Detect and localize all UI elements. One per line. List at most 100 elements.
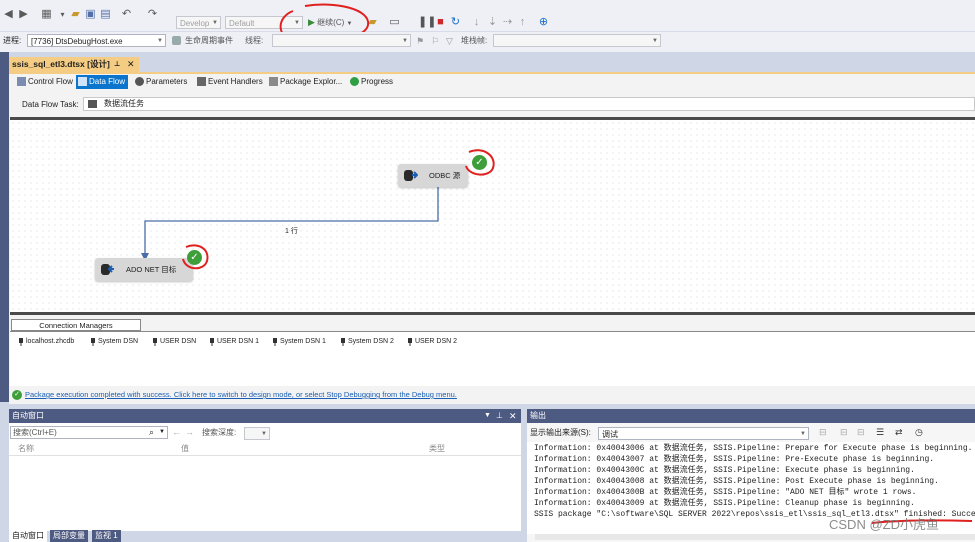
redo-icon[interactable]: ↷	[146, 8, 159, 21]
window-icon[interactable]: ▭	[388, 16, 401, 29]
word-wrap-icon[interactable]: ⇄	[895, 427, 903, 438]
odbc-source-node[interactable]: ODBC 源	[398, 164, 468, 187]
close-icon[interactable]: ✕	[127, 57, 135, 72]
plug-icon	[152, 338, 158, 346]
tab-label: Progress	[361, 77, 394, 86]
dropdown-arrow-icon[interactable]: ▾	[56, 8, 69, 21]
odbc-source-label: ODBC 源	[429, 171, 461, 180]
source-component-icon	[403, 168, 419, 183]
stackframe-combo[interactable]: ▼	[493, 34, 661, 47]
data-path[interactable]	[130, 185, 450, 265]
tab-watch-1[interactable]: 监视 1	[92, 530, 121, 542]
data-flow-task-combo[interactable]: 数据流任务	[83, 97, 975, 111]
left-tool-strip[interactable]	[0, 52, 9, 402]
tab-progress[interactable]: Progress	[348, 75, 393, 89]
connection-item[interactable]: System DSN 2	[340, 337, 394, 347]
package-explorer-icon	[269, 77, 278, 86]
column-header-name[interactable]: 名称	[18, 443, 34, 454]
search-icon[interactable]: ⌕	[149, 427, 154, 438]
execution-status-link[interactable]: Package execution completed with success…	[25, 389, 457, 401]
connection-name: System DSN 1	[280, 338, 326, 345]
connection-item[interactable]: System DSN	[90, 337, 138, 347]
tab-parameters[interactable]: Parameters	[133, 75, 187, 89]
platform-combo-value: Default	[229, 19, 255, 28]
find-icon[interactable]: ⊟	[819, 427, 827, 438]
clock-icon[interactable]: ◷	[915, 427, 923, 438]
tab-control-flow[interactable]: Control Flow	[15, 75, 73, 89]
process-combo[interactable]: [7736] DtsDebugHost.exe ▼	[27, 34, 166, 47]
step-over-icon[interactable]: ↓	[470, 16, 483, 29]
prev-message-icon[interactable]: ⊟	[840, 427, 848, 438]
auto-search-box[interactable]: 搜索(Ctrl+E) ⌕ ▼	[10, 426, 168, 439]
filter-icon[interactable]: ▽	[446, 36, 453, 47]
step-out-icon[interactable]: ↑	[516, 16, 529, 29]
forward-icon[interactable]: ▶	[17, 8, 30, 21]
connection-managers-area[interactable]: localhost.zhcdb System DSN USER DSN USER…	[10, 331, 975, 386]
new-project-icon[interactable]: ▦	[40, 8, 53, 21]
output-title: 输出	[530, 411, 546, 420]
connection-item[interactable]: System DSN 1	[272, 337, 326, 347]
parameters-icon	[135, 77, 144, 86]
lifecycle-label[interactable]: 生命周期事件	[185, 35, 233, 47]
search-depth-combo[interactable]: ▼	[244, 427, 270, 440]
tab-label: 局部变量	[53, 531, 85, 540]
auto-window: 搜索(Ctrl+E) ⌕ ▼ ← → 搜索深度: ▼ 名称 值 类型	[9, 423, 521, 531]
connection-item[interactable]: USER DSN 1	[209, 337, 259, 347]
back-icon[interactable]: ◀	[2, 8, 15, 21]
column-header-value[interactable]: 值	[181, 443, 189, 454]
tab-event-handlers[interactable]: Event Handlers	[195, 75, 263, 89]
output-hscrollbar[interactable]	[535, 534, 975, 540]
chevron-down-icon[interactable]: ▼	[159, 427, 165, 438]
connection-managers-tab[interactable]: Connection Managers	[11, 319, 141, 331]
chevron-down-icon: ▼	[212, 20, 218, 26]
success-check-icon: ✓	[12, 390, 22, 400]
flag-all-icon[interactable]: ⚐	[431, 36, 439, 47]
chevron-down-icon: ▼	[157, 38, 163, 44]
ado-net-destination-node[interactable]: ADO NET 目标	[95, 258, 193, 281]
output-line: Information: 0x4004300B at 数据流任务, SSIS.P…	[534, 488, 917, 497]
annotation-circle-destination	[182, 244, 209, 270]
output-source-combo[interactable]: 调试 ▼	[598, 427, 809, 440]
config-combo[interactable]: Develop ▼	[176, 16, 221, 29]
control-flow-icon	[17, 77, 26, 86]
pin-icon[interactable]: ⊥	[496, 409, 503, 423]
auto-window-title: 自动窗口	[12, 411, 44, 420]
undo-icon[interactable]: ↶	[120, 8, 133, 21]
pause-icon[interactable]: ❚❚	[418, 16, 436, 29]
search-depth-label: 搜索深度:	[202, 428, 237, 437]
save-all-icon[interactable]: ▤	[99, 8, 112, 21]
column-header-type[interactable]: 类型	[429, 443, 445, 454]
restart-icon[interactable]: ↻	[449, 16, 462, 29]
debug-location-toolbar: 进程: [7736] DtsDebugHost.exe ▼ 生命周期事件 线程: …	[0, 32, 975, 52]
event-handlers-icon	[197, 77, 206, 86]
document-tab[interactable]: ssis_sql_etl3.dtsx [设计] ⊥ ✕	[9, 57, 139, 72]
flag-icon[interactable]: ⚑	[416, 36, 424, 47]
back-arrow-icon[interactable]: ←	[172, 427, 181, 437]
thread-combo[interactable]: ▼	[272, 34, 411, 47]
connection-item[interactable]: USER DSN 2	[407, 337, 457, 347]
forward-arrow-icon[interactable]: →	[185, 427, 194, 437]
tab-data-flow[interactable]: Data Flow	[76, 75, 129, 89]
stop-icon[interactable]: ■	[434, 16, 447, 29]
step-back-icon[interactable]: ⇢	[501, 16, 514, 29]
watermark: CSDN @ZD小虎鱼	[829, 517, 939, 532]
pin-icon[interactable]: ⊥	[114, 57, 120, 72]
open-folder-icon[interactable]: ▰	[69, 8, 82, 21]
connection-managers-label: Connection Managers	[39, 321, 113, 330]
progress-icon	[350, 77, 359, 86]
chevron-down-icon[interactable]: ▼	[484, 409, 491, 423]
plug-icon	[272, 338, 278, 346]
step-into-icon[interactable]: ⇣	[486, 16, 499, 29]
clear-all-icon[interactable]: ☰	[876, 427, 884, 438]
next-message-icon[interactable]: ⊟	[857, 427, 865, 438]
connection-item[interactable]: USER DSN	[152, 337, 196, 347]
save-icon[interactable]: ▣	[84, 8, 97, 21]
data-flow-task-label: Data Flow Task:	[22, 100, 79, 109]
tab-locals[interactable]: 局部变量	[50, 530, 88, 542]
close-icon[interactable]: ✕	[509, 409, 517, 423]
tab-auto-window[interactable]: 自动窗口	[9, 530, 47, 542]
tab-package-explorer[interactable]: Package Explor...	[267, 75, 342, 89]
connection-item[interactable]: localhost.zhcdb	[18, 337, 74, 347]
data-flow-task-row: Data Flow Task: 数据流任务	[9, 96, 975, 113]
hex-icon[interactable]: ⊕	[537, 16, 550, 29]
